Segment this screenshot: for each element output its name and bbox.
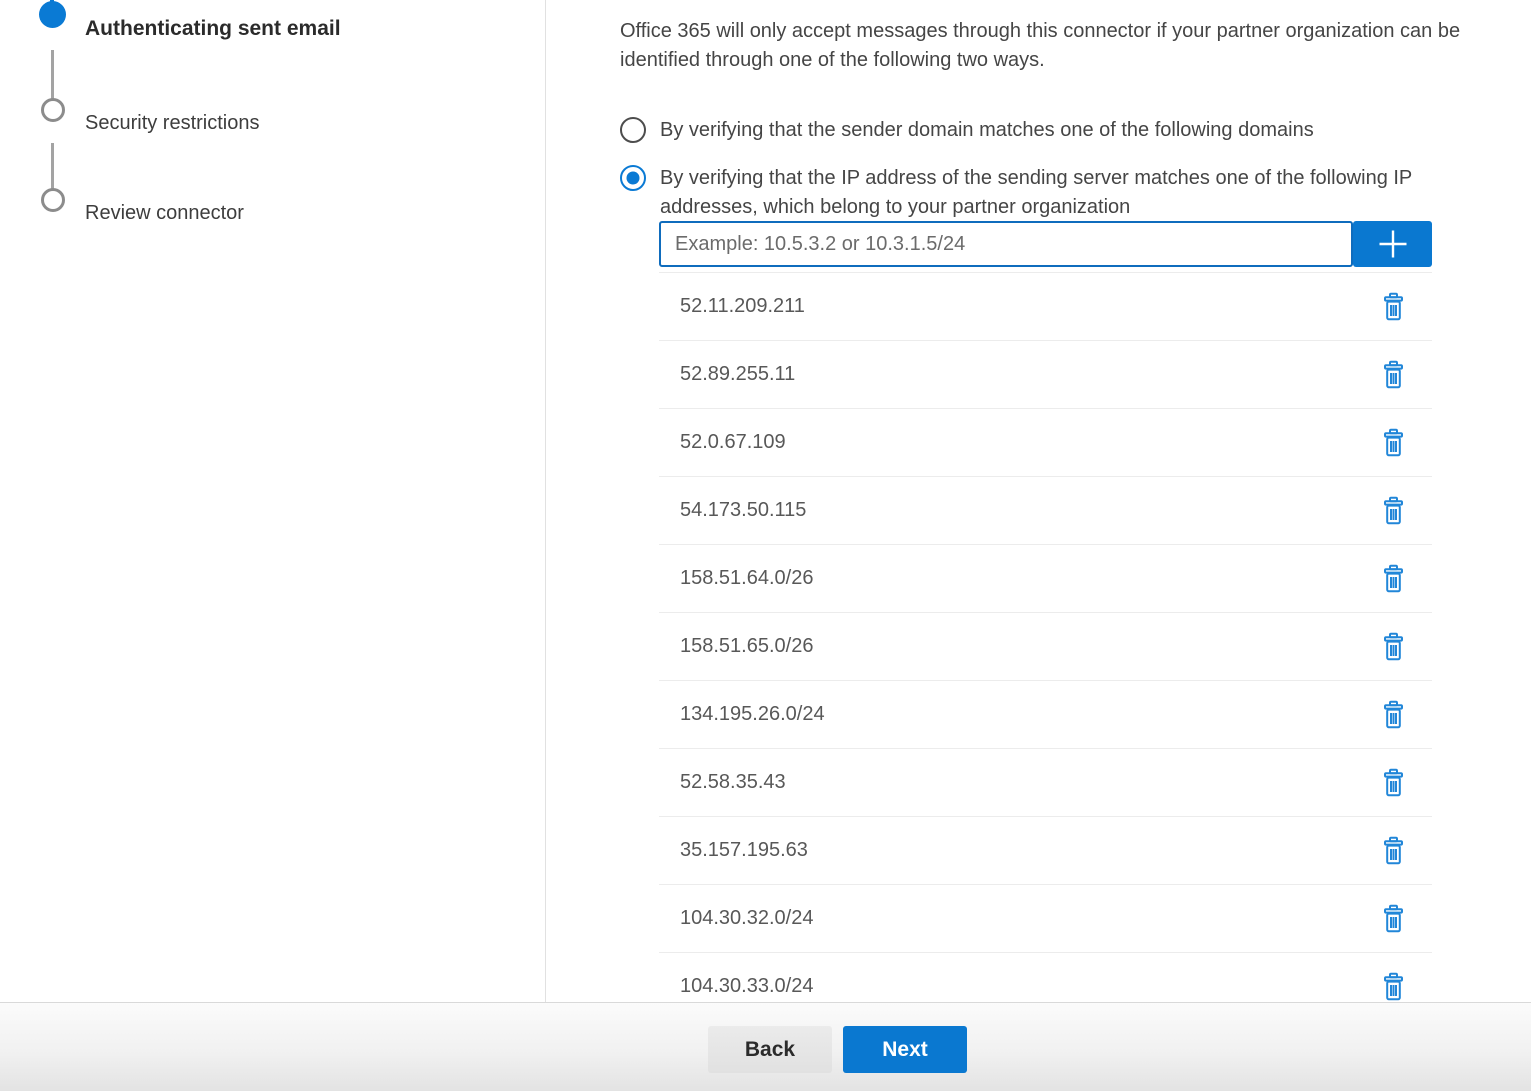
trash-icon [1381, 564, 1406, 594]
radio-unselected-icon[interactable] [620, 117, 646, 143]
ip-address-value: 134.195.26.0/24 [680, 703, 1381, 726]
ip-list-row: 158.51.64.0/26 [659, 545, 1432, 613]
wizard-footer: Back Next [0, 1002, 1531, 1091]
delete-ip-button[interactable] [1381, 700, 1406, 730]
ip-list-row: 134.195.26.0/24 [659, 681, 1432, 749]
step-label: Security restrictions [85, 112, 260, 135]
delete-ip-button[interactable] [1381, 292, 1406, 322]
trash-icon [1381, 768, 1406, 798]
radio-dot [627, 172, 640, 185]
trash-icon [1381, 904, 1406, 934]
trash-icon [1381, 428, 1406, 458]
ip-list-row: 35.157.195.63 [659, 817, 1432, 885]
ip-list-row: 52.89.255.11 [659, 341, 1432, 409]
delete-ip-button[interactable] [1381, 904, 1406, 934]
trash-icon [1381, 836, 1406, 866]
trash-icon [1381, 496, 1406, 526]
delete-ip-button[interactable] [1381, 972, 1406, 1002]
trash-icon [1381, 700, 1406, 730]
ip-list-row: 52.58.35.43 [659, 749, 1432, 817]
delete-ip-button[interactable] [1381, 836, 1406, 866]
trash-icon [1381, 360, 1406, 390]
radio-option-sender-domain[interactable]: By verifying that the sender domain matc… [620, 116, 1314, 145]
ip-address-value: 52.58.35.43 [680, 771, 1381, 794]
ip-address-value: 52.89.255.11 [680, 363, 1381, 386]
ip-address-value: 52.0.67.109 [680, 431, 1381, 454]
ip-list-row: 158.51.65.0/26 [659, 613, 1432, 681]
ip-list-row: 54.173.50.115 [659, 477, 1432, 545]
ip-address-list: 52.11.209.211 52. [659, 272, 1432, 1002]
delete-ip-button[interactable] [1381, 496, 1406, 526]
add-ip-button[interactable] [1353, 221, 1432, 267]
step-label: Review connector [85, 202, 244, 225]
trash-icon [1381, 972, 1406, 1002]
ip-address-value: 158.51.64.0/26 [680, 567, 1381, 590]
ip-address-value: 104.30.32.0/24 [680, 907, 1381, 930]
ip-address-value: 54.173.50.115 [680, 499, 1381, 522]
delete-ip-button[interactable] [1381, 360, 1406, 390]
ip-address-input[interactable] [659, 221, 1353, 267]
delete-ip-button[interactable] [1381, 428, 1406, 458]
radio-option-label: By verifying that the IP address of the … [660, 164, 1482, 222]
step-label: Authenticating sent email [85, 17, 341, 41]
ip-address-value: 104.30.33.0/24 [680, 975, 1381, 998]
ip-list-row: 104.30.33.0/24 [659, 953, 1432, 1002]
trash-icon [1381, 292, 1406, 322]
delete-ip-button[interactable] [1381, 564, 1406, 594]
radio-selected-icon[interactable] [620, 165, 646, 191]
step-upcoming-dot-icon [41, 188, 65, 212]
step-upcoming-dot-icon [41, 98, 65, 122]
next-button[interactable]: Next [843, 1026, 967, 1073]
wizard-stepper-sidebar: Authenticating sent email Security restr… [0, 0, 545, 1002]
radio-option-label: By verifying that the sender domain matc… [660, 116, 1314, 145]
trash-icon [1381, 632, 1406, 662]
delete-ip-button[interactable] [1381, 632, 1406, 662]
ip-address-value: 158.51.65.0/26 [680, 635, 1381, 658]
ip-address-value: 35.157.195.63 [680, 839, 1381, 862]
plus-icon [1376, 227, 1410, 261]
stepper-connector-line [51, 50, 54, 104]
ip-list-row: 52.11.209.211 [659, 273, 1432, 341]
connector-wizard-page: Authenticating sent email Security restr… [0, 0, 1531, 1091]
delete-ip-button[interactable] [1381, 768, 1406, 798]
page-description: Office 365 will only accept messages thr… [620, 17, 1531, 75]
ip-list-row: 104.30.32.0/24 [659, 885, 1432, 953]
ip-list-row: 52.0.67.109 [659, 409, 1432, 477]
radio-option-ip-address[interactable]: By verifying that the IP address of the … [620, 164, 1482, 222]
sidebar-content-divider [545, 0, 546, 1002]
ip-address-value: 52.11.209.211 [680, 295, 1381, 318]
ip-entry-row [659, 221, 1432, 267]
step-current-dot-icon [39, 1, 66, 28]
back-button[interactable]: Back [708, 1026, 832, 1073]
